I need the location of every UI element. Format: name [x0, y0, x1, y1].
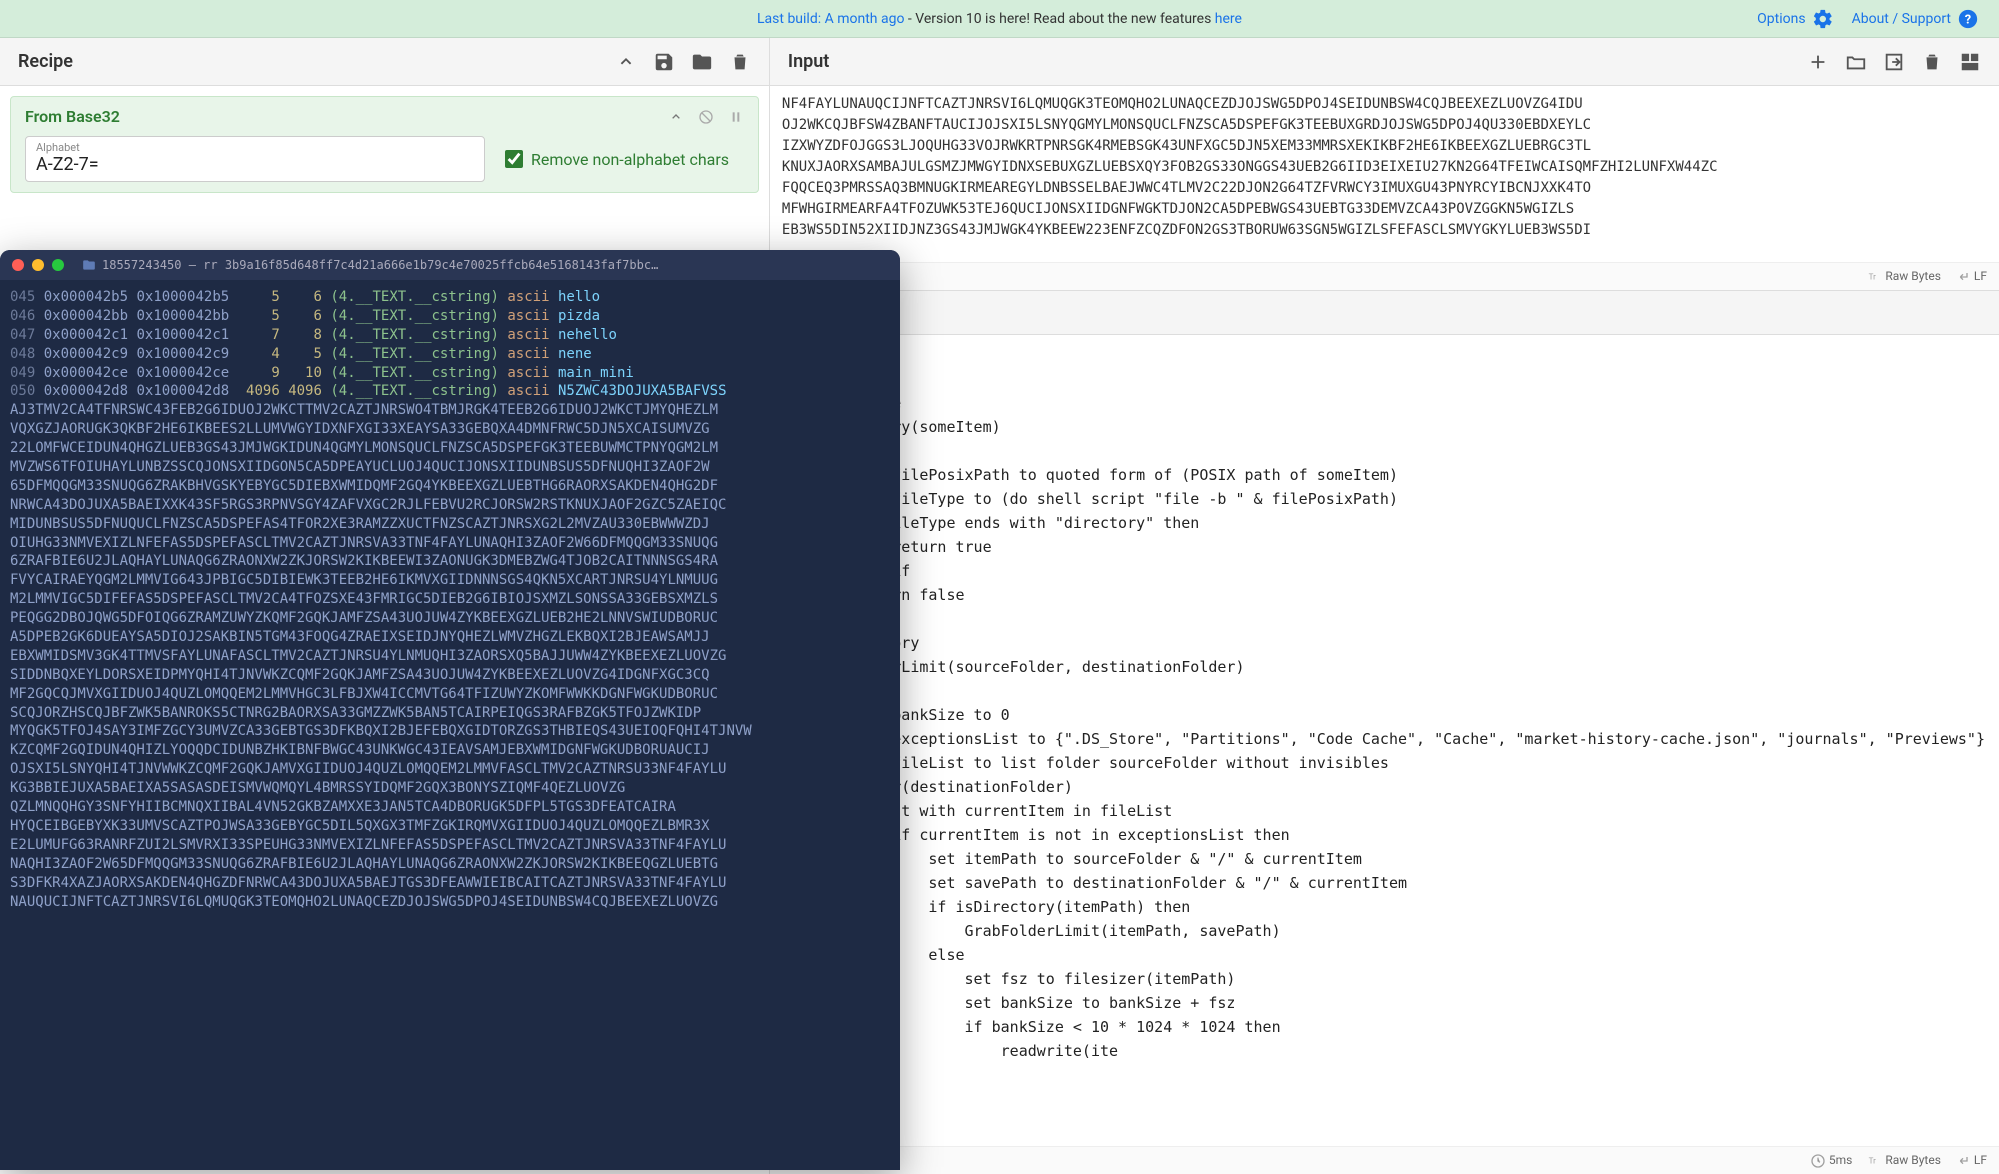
- eol-icon: [1955, 1153, 1971, 1169]
- alphabet-label: Alphabet: [36, 141, 474, 154]
- recipe-operation: From Base32 Alphabet A-Z2-7= Remove non-…: [10, 96, 759, 193]
- output-encoding: Raw Bytes: [1885, 1153, 1941, 1167]
- alphabet-select[interactable]: Alphabet A-Z2-7=: [25, 136, 485, 182]
- input-header: Input: [770, 38, 1999, 86]
- svg-text:?: ?: [1965, 12, 1971, 27]
- about-link[interactable]: About / Support ?: [1852, 8, 1979, 30]
- operation-name: From Base32: [25, 107, 120, 126]
- window-minimize-icon[interactable]: [32, 259, 44, 271]
- pause-icon[interactable]: [728, 109, 744, 125]
- clear-icon[interactable]: [1921, 51, 1943, 73]
- terminal-content[interactable]: 045 0x000042b5 0x1000042b5 5 6 (4.__TEXT…: [0, 280, 900, 919]
- input-eol: LF: [1974, 269, 1987, 283]
- here-link[interactable]: here: [1215, 11, 1242, 27]
- input-textarea[interactable]: NF4FAYLUNAUQCIJNFTCAZTJNRSVI6LQMUQGK3TEO…: [770, 86, 1999, 262]
- output-header: Output: [770, 291, 1999, 335]
- remove-non-alpha-checkbox[interactable]: Remove non-alphabet chars: [505, 150, 729, 169]
- chevron-up-icon[interactable]: [668, 109, 684, 125]
- input-title: Input: [788, 51, 829, 72]
- output-eol: LF: [1974, 1153, 1987, 1167]
- output-status-bar: abc 2560 80 5ms Tr Raw Bytes LF: [770, 1146, 1999, 1174]
- eol-select[interactable]: LF: [1955, 269, 1987, 285]
- banner-message[interactable]: Last build: A month ago - Version 10 is …: [757, 11, 1242, 27]
- reset-layout-icon[interactable]: [1959, 51, 1981, 73]
- folder-icon[interactable]: [691, 51, 713, 73]
- encoding-icon: Tr: [1866, 269, 1882, 285]
- input-encoding: Raw Bytes: [1885, 269, 1941, 283]
- svg-text:Tr: Tr: [1869, 1156, 1876, 1165]
- out-encoding-select[interactable]: Tr Raw Bytes: [1866, 1153, 1941, 1169]
- chevron-up-icon[interactable]: [615, 51, 637, 73]
- terminal-title: 18557243450 — rr 3b9a16f85d648ff7c4d21a6…: [82, 258, 888, 272]
- svg-text:Tr: Tr: [1869, 272, 1876, 281]
- trash-icon[interactable]: [729, 51, 751, 73]
- build-time: A month ago: [825, 11, 905, 27]
- version-text: - Version 10 is here! Read about the new…: [904, 11, 1214, 27]
- open-folder-icon[interactable]: [1845, 51, 1867, 73]
- terminal-window[interactable]: 18557243450 — rr 3b9a16f85d648ff7c4d21a6…: [0, 250, 900, 1170]
- disable-icon[interactable]: [698, 109, 714, 125]
- clock-icon: [1810, 1153, 1826, 1169]
- add-tab-icon[interactable]: [1807, 51, 1829, 73]
- top-banner: Last build: A month ago - Version 10 is …: [0, 0, 1999, 38]
- checkbox-label: Remove non-alphabet chars: [531, 150, 729, 169]
- eol-icon: [1955, 269, 1971, 285]
- alphabet-value: A-Z2-7=: [36, 154, 474, 175]
- build-prefix: Last build:: [757, 11, 825, 27]
- options-link[interactable]: Options: [1757, 8, 1833, 30]
- encoding-select[interactable]: Tr Raw Bytes: [1866, 269, 1941, 285]
- window-close-icon[interactable]: [12, 259, 24, 271]
- help-icon: ?: [1957, 8, 1979, 30]
- save-icon[interactable]: [653, 51, 675, 73]
- gear-icon: [1812, 8, 1834, 30]
- output-time: 5ms: [1829, 1153, 1852, 1167]
- input-status-bar: abc 4097 1 Tr Raw Bytes LF: [770, 262, 1999, 290]
- terminal-title-text: 18557243450 — rr 3b9a16f85d648ff7c4d21a6…: [102, 258, 658, 272]
- out-eol-select[interactable]: LF: [1955, 1153, 1987, 1169]
- open-file-icon[interactable]: [1883, 51, 1905, 73]
- recipe-header: Recipe: [0, 38, 769, 86]
- checkbox-input[interactable]: [505, 150, 523, 168]
- folder-small-icon: [82, 258, 96, 272]
- about-label: About / Support: [1852, 11, 1951, 27]
- out-time-group: 5ms: [1810, 1153, 1852, 1169]
- options-label: Options: [1757, 11, 1805, 27]
- terminal-titlebar[interactable]: 18557243450 — rr 3b9a16f85d648ff7c4d21a6…: [0, 250, 900, 280]
- recipe-title: Recipe: [18, 51, 73, 72]
- window-zoom-icon[interactable]: [52, 259, 64, 271]
- encoding-icon: Tr: [1866, 1153, 1882, 1169]
- output-textarea[interactable]: path_as_save end try end readwrite on is…: [770, 335, 1999, 1146]
